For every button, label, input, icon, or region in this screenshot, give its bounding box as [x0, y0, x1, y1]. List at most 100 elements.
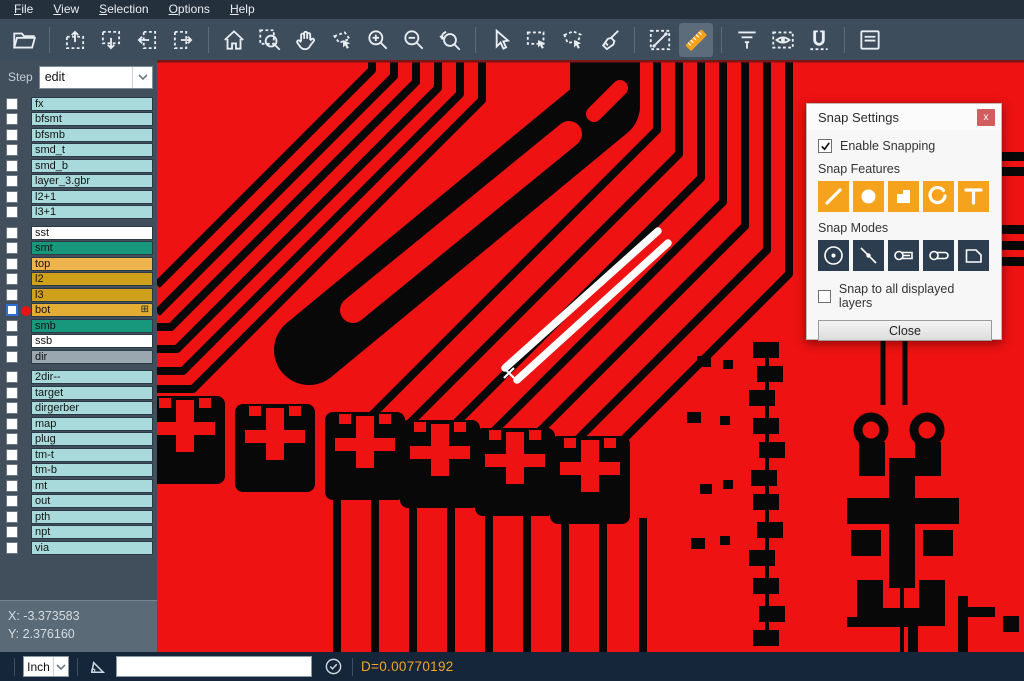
layer-label-dir[interactable]: dir: [31, 350, 153, 364]
pan-up-icon[interactable]: [58, 23, 92, 57]
layer-checkbox-bot[interactable]: [6, 304, 18, 316]
layer-label-l2+1[interactable]: l2+1: [31, 190, 153, 204]
mode-slot-end-button[interactable]: [888, 240, 919, 271]
layer-checkbox-target[interactable]: [6, 387, 18, 399]
menu-options[interactable]: Options: [159, 0, 220, 19]
mode-midpoint-button[interactable]: [853, 240, 884, 271]
layer-checkbox-npt[interactable]: [6, 526, 18, 538]
brush-clean-icon[interactable]: [592, 23, 626, 57]
layer-checkbox-out[interactable]: [6, 495, 18, 507]
home-icon[interactable]: [217, 23, 251, 57]
menu-file[interactable]: File: [4, 0, 43, 19]
layer-checkbox-map[interactable]: [6, 418, 18, 430]
layer-checkbox-mt[interactable]: [6, 480, 18, 492]
layer-label-top[interactable]: top: [31, 257, 153, 271]
layer-label-2dir--[interactable]: 2dir--: [31, 370, 153, 384]
layer-label-l3+1[interactable]: l3+1: [31, 205, 153, 219]
layer-label-l2[interactable]: l2: [31, 272, 153, 286]
layer-label-bfsmt[interactable]: bfsmt: [31, 112, 153, 126]
layer-checkbox-smd_b[interactable]: [6, 160, 18, 172]
open-folder-icon[interactable]: [7, 23, 41, 57]
layer-checkbox-dir[interactable]: [6, 351, 18, 363]
layer-checkbox-layer_3.gbr[interactable]: [6, 175, 18, 187]
step-select[interactable]: edit: [39, 66, 153, 89]
area-zoom-icon[interactable]: [325, 23, 359, 57]
layer-label-smd_t[interactable]: smd_t: [31, 143, 153, 157]
mode-slot-button[interactable]: [923, 240, 954, 271]
layer-checkbox-dirgerber[interactable]: [6, 402, 18, 414]
menu-view[interactable]: View: [43, 0, 89, 19]
menu-help[interactable]: Help: [220, 0, 265, 19]
zoom-in-icon[interactable]: [361, 23, 395, 57]
layer-label-fx[interactable]: fx: [31, 97, 153, 111]
snap-arc-button[interactable]: [923, 181, 954, 212]
close-button[interactable]: Close: [818, 320, 992, 341]
layer-label-npt[interactable]: npt: [31, 525, 153, 539]
pan-left-icon[interactable]: [130, 23, 164, 57]
snap-line-button[interactable]: [818, 181, 849, 212]
layer-label-smb[interactable]: smb: [31, 319, 153, 333]
layer-label-bfsmb[interactable]: bfsmb: [31, 128, 153, 142]
pan-down-icon[interactable]: [94, 23, 128, 57]
close-icon[interactable]: x: [977, 109, 995, 126]
poly-select-icon[interactable]: [556, 23, 590, 57]
layer-label-tm-b[interactable]: tm-b: [31, 463, 153, 477]
layer-checkbox-smb[interactable]: [6, 320, 18, 332]
layer-label-via[interactable]: via: [31, 541, 153, 555]
layer-checkbox-fx[interactable]: [6, 98, 18, 110]
command-input[interactable]: [116, 656, 312, 677]
layer-label-plug[interactable]: plug: [31, 432, 153, 446]
mode-contour-button[interactable]: [958, 240, 989, 271]
layer-checkbox-bfsmt[interactable]: [6, 113, 18, 125]
layer-checkbox-tm-t[interactable]: [6, 449, 18, 461]
mode-center-button[interactable]: [818, 240, 849, 271]
rect-select-icon[interactable]: [520, 23, 554, 57]
report-icon[interactable]: [853, 23, 887, 57]
ruler-icon[interactable]: [679, 23, 713, 57]
view-selection-icon[interactable]: [766, 23, 800, 57]
layer-checkbox-top[interactable]: [6, 258, 18, 270]
layer-label-l3[interactable]: l3: [31, 288, 153, 302]
apply-check-icon[interactable]: [322, 656, 344, 678]
magnet-icon[interactable]: [802, 23, 836, 57]
layer-checkbox-sst[interactable]: [6, 227, 18, 239]
layer-label-tm-t[interactable]: tm-t: [31, 448, 153, 462]
pan-right-icon[interactable]: [166, 23, 200, 57]
layer-label-out[interactable]: out: [31, 494, 153, 508]
snap-text-button[interactable]: [958, 181, 989, 212]
layer-checkbox-pth[interactable]: [6, 511, 18, 523]
chevron-down-icon[interactable]: [132, 67, 152, 88]
select-arrow-icon[interactable]: [484, 23, 518, 57]
layer-label-bot[interactable]: bot⊞: [31, 303, 153, 317]
unit-select[interactable]: Inch: [23, 656, 69, 677]
layer-checkbox-smd_t[interactable]: [6, 144, 18, 156]
filter-icon[interactable]: [730, 23, 764, 57]
layer-checkbox-bfsmb[interactable]: [6, 129, 18, 141]
layer-label-map[interactable]: map: [31, 417, 153, 431]
layer-label-pth[interactable]: pth: [31, 510, 153, 524]
zoom-out-icon[interactable]: [397, 23, 431, 57]
layer-checkbox-tm-b[interactable]: [6, 464, 18, 476]
enable-snapping-checkbox[interactable]: [818, 139, 832, 153]
pan-hand-icon[interactable]: [289, 23, 323, 57]
layer-checkbox-l2[interactable]: [6, 273, 18, 285]
angle-measure-icon[interactable]: [86, 656, 108, 678]
layer-label-sst[interactable]: sst: [31, 226, 153, 240]
zoom-region-icon[interactable]: [253, 23, 287, 57]
layer-checkbox-l3+1[interactable]: [6, 206, 18, 218]
layer-checkbox-smt[interactable]: [6, 242, 18, 254]
layer-label-layer_3.gbr[interactable]: layer_3.gbr: [31, 174, 153, 188]
layer-label-target[interactable]: target: [31, 386, 153, 400]
layer-label-ssb[interactable]: ssb: [31, 334, 153, 348]
layer-checkbox-2dir--[interactable]: [6, 371, 18, 383]
layer-checkbox-plug[interactable]: [6, 433, 18, 445]
snap-pad-button[interactable]: [853, 181, 884, 212]
layer-checkbox-l2+1[interactable]: [6, 191, 18, 203]
layer-label-mt[interactable]: mt: [31, 479, 153, 493]
snap-corner-button[interactable]: [888, 181, 919, 212]
all-layers-checkbox[interactable]: [818, 290, 831, 303]
layer-label-smt[interactable]: smt: [31, 241, 153, 255]
dialog-titlebar[interactable]: Snap Settings x: [807, 104, 1001, 130]
layer-checkbox-l3[interactable]: [6, 289, 18, 301]
layer-label-smd_b[interactable]: smd_b: [31, 159, 153, 173]
